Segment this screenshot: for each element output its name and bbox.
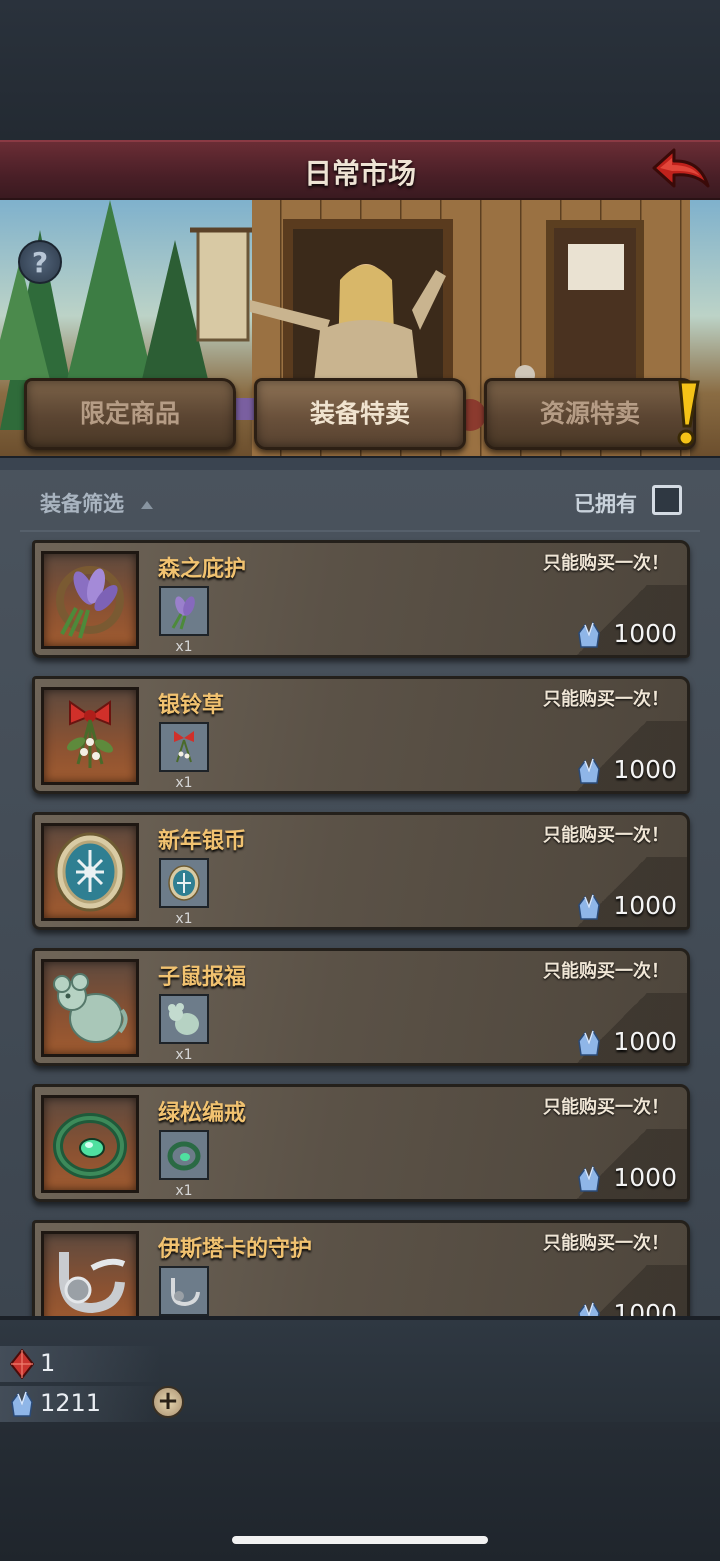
add-crystal-button[interactable]: + <box>152 1386 184 1418</box>
crystal-icon <box>578 893 600 920</box>
silver-coin-icon <box>54 832 126 912</box>
item-price: 1000 <box>613 1299 677 1316</box>
item-price: 1000 <box>613 755 677 784</box>
tab-equipment-sale[interactable]: 装备特卖 <box>254 378 466 450</box>
home-indicator[interactable] <box>232 1536 488 1544</box>
crystal-icon <box>578 1301 600 1316</box>
lavender-bouquet-icon <box>171 596 195 630</box>
title-bar: 日常市场 <box>0 140 720 200</box>
item-name: 绿松编戒 <box>158 1101 247 1126</box>
item-thumbnail <box>159 858 209 908</box>
item-price: 1000 <box>613 891 677 920</box>
item-name: 伊斯塔卡的守护 <box>158 1237 313 1262</box>
silver-coin-icon <box>168 865 200 901</box>
emerald-ring-icon <box>167 1141 201 1171</box>
item-image <box>41 823 139 921</box>
jade-rat-icon <box>168 1003 199 1035</box>
crystal-icon <box>578 1029 600 1056</box>
purchase-limit: 只能购买一次！ <box>543 1233 669 1254</box>
tab-limited-goods[interactable]: 限定商品 <box>24 378 236 450</box>
item-image <box>41 1231 139 1316</box>
tab-label: 资源特卖 <box>539 399 640 428</box>
item-image <box>41 959 139 1057</box>
item-price: 1000 <box>613 1163 677 1192</box>
emerald-ring-icon <box>53 1113 127 1179</box>
list-item[interactable]: 银铃草 只能购买一次！ x1 1000 <box>32 676 690 794</box>
item-name: 新年银币 <box>158 829 247 854</box>
purchase-limit: 只能购买一次！ <box>543 1097 669 1118</box>
mistletoe-icon <box>66 700 114 768</box>
item-quantity: x1 <box>175 1047 193 1063</box>
list-item[interactable]: 子鼠报福 只能购买一次！ x1 1000 <box>32 948 690 1066</box>
item-list-panel: 装备筛选 已拥有 森之庇护 只能购买一次！ x1 1000 银铃草 只能购买一次… <box>0 470 720 1316</box>
purchase-limit: 只能购买一次！ <box>543 961 669 982</box>
crystal-icon <box>578 1165 600 1192</box>
resource-footer: 1 1211 <box>0 1316 720 1422</box>
ruby-counter: 1 <box>0 1346 160 1382</box>
list-item[interactable]: 新年银币 只能购买一次！ x1 1000 <box>32 812 690 930</box>
tab-label: 装备特卖 <box>309 399 410 428</box>
item-price: 1000 <box>613 619 677 648</box>
item-thumbnail <box>159 586 209 636</box>
list-item[interactable]: 绿松编戒 只能购买一次！ x1 1000 <box>32 1084 690 1202</box>
item-thumbnail <box>159 1130 209 1180</box>
tab-label: 限定商品 <box>79 399 180 428</box>
list-item[interactable]: 伊斯塔卡的守护 只能购买一次！ x1 1000 <box>32 1220 690 1316</box>
item-image <box>41 687 139 785</box>
jade-rat-icon <box>53 973 128 1043</box>
item-name: 子鼠报福 <box>158 965 247 990</box>
item-thumbnail <box>159 1266 209 1316</box>
crystal-amount: 1211 <box>40 1389 102 1417</box>
silver-charm-icon <box>171 1278 200 1307</box>
purchase-limit: 只能购买一次！ <box>543 553 669 574</box>
crystal-icon <box>578 757 600 784</box>
silver-charm-icon <box>59 1252 126 1314</box>
item-quantity: x1 <box>175 911 193 927</box>
crystal-icon <box>578 621 600 648</box>
alert-exclamation-icon <box>677 380 700 447</box>
mistletoe-icon <box>174 731 194 763</box>
purchase-limit: 只能购买一次！ <box>543 689 669 710</box>
item-thumbnail <box>159 722 209 772</box>
item-thumbnail <box>159 994 209 1044</box>
page-title: 日常市场 <box>303 157 416 190</box>
item-image <box>41 551 139 649</box>
lavender-bouquet-icon <box>56 566 124 639</box>
back-arrow-icon[interactable] <box>650 146 712 196</box>
item-image <box>41 1095 139 1193</box>
purchase-limit: 只能购买一次！ <box>543 825 669 846</box>
ruby-amount: 1 <box>40 1349 56 1377</box>
list-divider <box>20 530 700 532</box>
banner-divider <box>0 456 720 470</box>
item-quantity: x1 <box>175 639 193 655</box>
item-quantity: x1 <box>175 775 193 791</box>
item-name: 森之庇护 <box>158 557 247 582</box>
sort-arrow-icon[interactable] <box>141 501 153 509</box>
crystal-counter: 1211 <box>0 1386 160 1422</box>
owned-checkbox[interactable] <box>652 485 682 515</box>
item-price: 1000 <box>613 1027 677 1056</box>
item-quantity: x1 <box>175 1183 193 1199</box>
filter-dropdown[interactable]: 装备筛选 <box>40 488 124 518</box>
status-area <box>0 0 720 140</box>
tab-resource-sale[interactable]: 资源特卖 <box>484 378 696 450</box>
crystal-icon <box>11 1390 33 1417</box>
item-name: 银铃草 <box>158 693 225 718</box>
help-icon[interactable]: ? <box>18 240 62 284</box>
owned-filter-label: 已拥有 <box>574 492 637 516</box>
list-item[interactable]: 森之庇护 只能购买一次！ x1 1000 <box>32 540 690 658</box>
ruby-icon <box>10 1349 34 1379</box>
